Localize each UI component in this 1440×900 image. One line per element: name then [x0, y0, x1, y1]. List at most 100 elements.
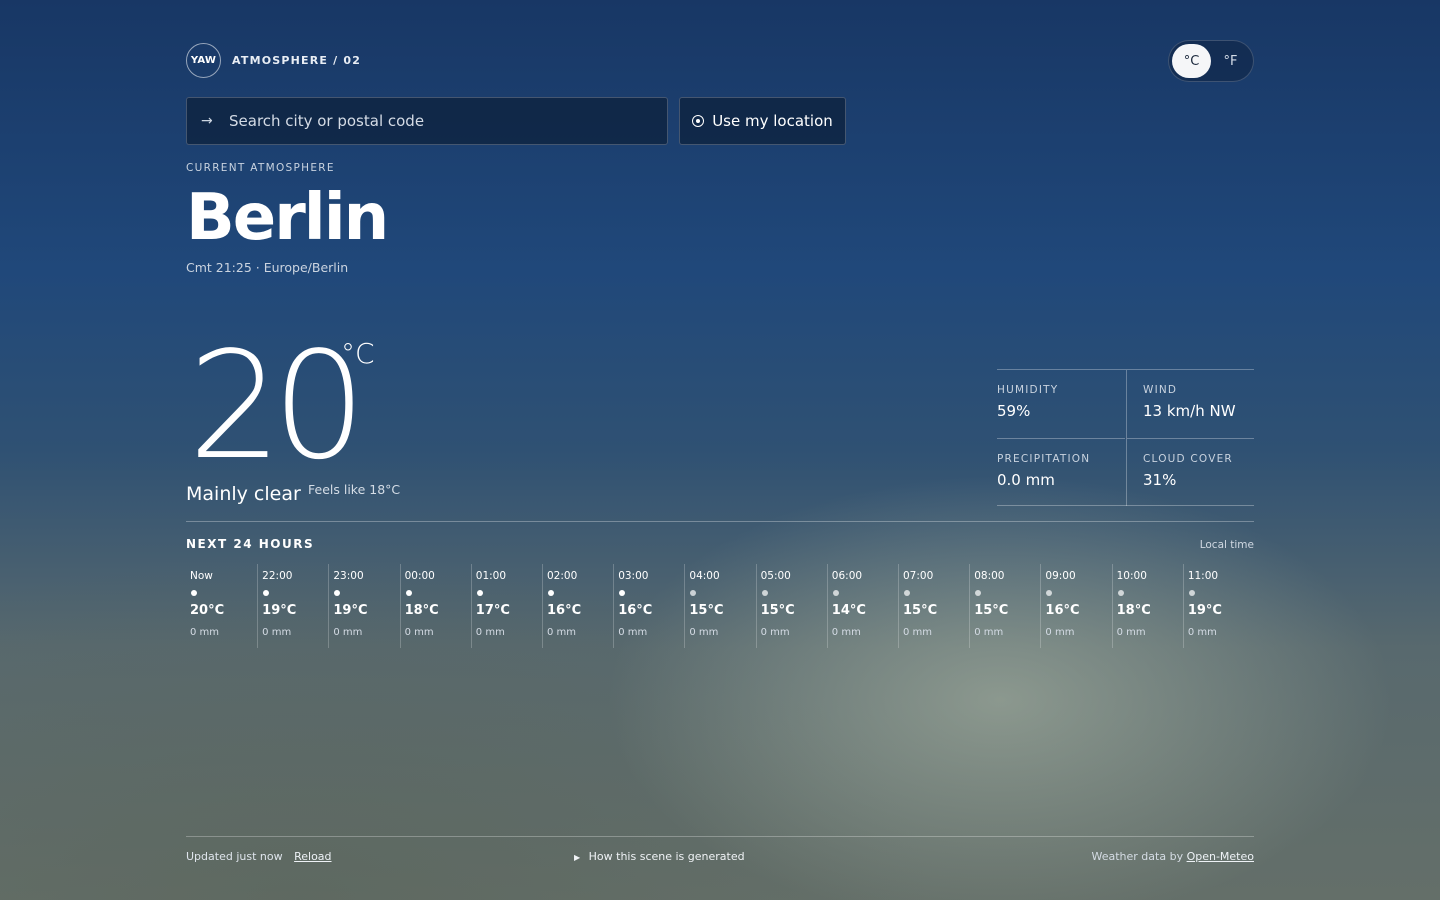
- hour-precip: 0 mm: [903, 627, 933, 638]
- condition-dot-icon: [975, 590, 982, 596]
- hour-precip: 0 mm: [190, 627, 220, 638]
- hour-item: 02:00 16°C 0 mm: [541, 564, 613, 648]
- hour-time: 03:00: [618, 570, 649, 582]
- hour-temp: 16°C: [1045, 603, 1080, 618]
- hour-temp: 15°C: [974, 603, 1009, 618]
- hour-item: 22:00 19°C 0 mm: [257, 564, 328, 648]
- stat-value: 31%: [1143, 471, 1177, 489]
- hour-time: 22:00: [262, 570, 293, 582]
- hour-time: 08:00: [974, 570, 1005, 582]
- city-name: Berlin: [186, 181, 389, 255]
- hour-time: 02:00: [546, 570, 578, 582]
- condition-dot-icon: [191, 590, 197, 596]
- hourly-strip: Now 20°C 0 mm 22:00 19°C 0 mm 23:00 19°C 0 mm 00:…: [186, 564, 1254, 648]
- hour-time: 00:00: [404, 570, 435, 582]
- search-box: →: [186, 97, 668, 145]
- stat-cloud-cover: CLOUD COVER 31%: [1126, 438, 1254, 506]
- hour-item: 01:00 17°C 0 mm: [470, 564, 542, 648]
- hour-temp: 17°C: [475, 603, 510, 618]
- temperature-unit: °C: [341, 337, 375, 370]
- fahrenheit-button[interactable]: °F: [1211, 44, 1250, 78]
- stat-label: PRECIPITATION: [997, 453, 1091, 465]
- hour-time: 09:00: [1045, 570, 1076, 582]
- current-temperature: 20: [188, 320, 366, 492]
- condition-dot-icon: [832, 590, 839, 596]
- brand-title: ATMOSPHERE / 02: [232, 54, 362, 67]
- stat-label: WIND: [1143, 384, 1178, 396]
- hour-item: Now 20°C 0 mm: [186, 564, 257, 648]
- hour-item: 09:00 16°C 0 mm: [1040, 564, 1111, 648]
- section-eyebrow: CURRENT ATMOSPHERE: [186, 162, 335, 174]
- hour-precip: 0 mm: [262, 627, 292, 638]
- footer-status: Updated just now Reload: [186, 850, 332, 863]
- hour-temp: 15°C: [903, 603, 938, 618]
- how-generated-toggle[interactable]: ▶ How this scene is generated: [574, 850, 745, 863]
- hour-item: 04:00 15°C 0 mm: [684, 564, 755, 648]
- target-icon: [692, 115, 705, 127]
- stat-wind: WIND 13 km/h NW: [1126, 370, 1254, 438]
- condition-dot-icon: [1046, 590, 1053, 596]
- hour-temp: 14°C: [831, 603, 866, 618]
- condition-dot-icon: [334, 590, 341, 596]
- condition-dot-icon: [690, 590, 697, 596]
- city-meta: Cmt 21:25 · Europe/Berlin: [186, 260, 349, 275]
- hour-item: 08:00 15°C 0 mm: [969, 564, 1040, 648]
- data-credit: Weather data by Open-Meteo: [1092, 850, 1255, 863]
- footer-divider: [186, 836, 1254, 837]
- hour-precip: 0 mm: [333, 627, 363, 638]
- use-location-button[interactable]: Use my location: [679, 97, 846, 145]
- stat-precipitation: PRECIPITATION 0.0 mm: [997, 438, 1125, 506]
- reload-link[interactable]: Reload: [294, 850, 331, 863]
- hour-time: 04:00: [689, 570, 720, 582]
- hour-temp: 18°C: [404, 603, 439, 618]
- stat-label: HUMIDITY: [997, 384, 1059, 396]
- hour-time: 06:00: [831, 570, 863, 582]
- condition-dot-icon: [547, 590, 554, 596]
- hour-precip: 0 mm: [546, 627, 577, 638]
- stat-value: 59%: [997, 402, 1031, 420]
- open-meteo-link[interactable]: Open-Meteo: [1187, 850, 1254, 863]
- condition-dot-icon: [405, 590, 412, 596]
- condition-dot-icon: [1117, 590, 1124, 596]
- disclosure-triangle-icon: ▶: [574, 853, 581, 862]
- hour-precip: 0 mm: [1187, 627, 1217, 638]
- hour-time: Now: [190, 570, 213, 582]
- condition-dot-icon: [904, 590, 910, 596]
- hour-time: 07:00: [903, 570, 934, 582]
- hour-item: 05:00 15°C 0 mm: [755, 564, 827, 648]
- logo[interactable]: YAW: [186, 43, 221, 78]
- hour-item: 03:00 16°C 0 mm: [613, 564, 684, 648]
- unit-toggle: °C °F: [1168, 40, 1254, 82]
- hour-time: 01:00: [475, 570, 507, 582]
- hour-precip: 0 mm: [974, 627, 1004, 638]
- stat-label: CLOUD COVER: [1143, 453, 1233, 465]
- hour-item: 07:00 15°C 0 mm: [898, 564, 969, 648]
- hour-time: 05:00: [760, 570, 791, 582]
- hour-precip: 0 mm: [760, 627, 790, 638]
- feels-like: Feels like 18°C: [308, 482, 401, 497]
- search-input[interactable]: [229, 112, 649, 130]
- hour-temp: 19°C: [1187, 603, 1222, 618]
- hour-precip: 0 mm: [831, 627, 861, 638]
- hour-temp: 16°C: [546, 603, 582, 618]
- hour-item: 23:00 19°C 0 mm: [328, 564, 399, 648]
- stat-value: 13 km/h NW: [1143, 402, 1236, 420]
- how-generated-label: How this scene is generated: [588, 850, 745, 863]
- arrow-right-icon: →: [201, 113, 213, 129]
- updated-text: Updated just now: [186, 850, 283, 863]
- weather-condition: Mainly clear: [186, 483, 301, 505]
- stats-grid: HUMIDITY 59% WIND 13 km/h NW PRECIPITATI…: [997, 369, 1254, 506]
- hour-item: 11:00 19°C 0 mm: [1182, 564, 1254, 648]
- hour-precip: 0 mm: [689, 627, 719, 638]
- condition-dot-icon: [761, 590, 768, 596]
- hour-precip: 0 mm: [1116, 627, 1146, 638]
- celsius-button[interactable]: °C: [1172, 44, 1211, 78]
- hour-temp: 15°C: [689, 603, 724, 618]
- hour-time: 10:00: [1116, 570, 1147, 582]
- stat-value: 0.0 mm: [997, 471, 1055, 489]
- condition-dot-icon: [1188, 590, 1195, 596]
- stat-humidity: HUMIDITY 59%: [997, 370, 1125, 438]
- condition-dot-icon: [476, 590, 483, 596]
- hour-temp: 19°C: [262, 603, 297, 618]
- hour-time: 11:00: [1187, 570, 1219, 582]
